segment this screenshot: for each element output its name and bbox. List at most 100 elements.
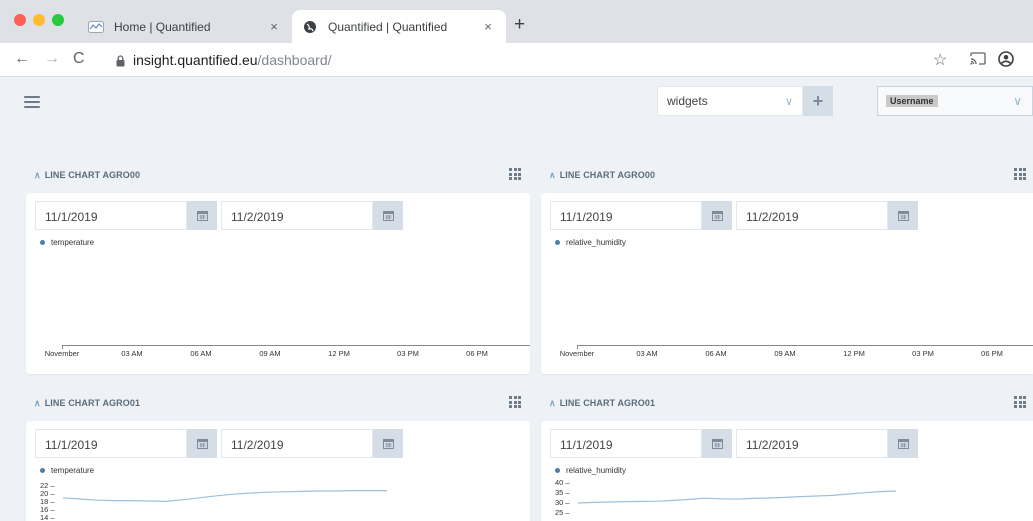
cast-icon[interactable] bbox=[970, 52, 986, 70]
widget-card: 11/1/2019 11/2/2019 relative_humidity No… bbox=[541, 193, 1033, 374]
widgets-select[interactable]: widgets ∨ bbox=[657, 86, 803, 116]
legend-dot bbox=[40, 468, 45, 473]
date-to-input[interactable]: 11/2/2019 bbox=[736, 429, 888, 458]
date-to-input[interactable]: 11/2/2019 bbox=[221, 201, 373, 230]
account-icon[interactable] bbox=[998, 51, 1014, 72]
x-tick-label: 06 AM bbox=[190, 349, 212, 358]
tab-title: Quantified | Quantified bbox=[328, 19, 448, 34]
back-arrow-icon[interactable]: ← bbox=[14, 50, 30, 68]
series-line-relative_humidity bbox=[577, 490, 897, 504]
date-to-input[interactable]: 11/2/2019 bbox=[221, 429, 373, 458]
x-tick-label: 03 AM bbox=[636, 349, 658, 358]
chart-legend[interactable]: relative_humidity bbox=[555, 466, 626, 475]
bookmark-star-icon[interactable]: ☆ bbox=[933, 50, 947, 70]
new-tab-button[interactable]: + bbox=[514, 15, 525, 34]
date-from-input[interactable]: 11/1/2019 bbox=[35, 429, 187, 458]
calendar-icon[interactable] bbox=[702, 429, 732, 458]
window-close-button[interactable] bbox=[14, 14, 26, 26]
drag-grid-icon[interactable] bbox=[509, 396, 521, 408]
forward-arrow-icon[interactable]: → bbox=[44, 50, 60, 68]
chevron-down-icon: ∨ bbox=[1013, 94, 1022, 108]
browser-tabstrip: Home | Quantified × Quantified | Quantif… bbox=[0, 0, 1033, 43]
widget-title[interactable]: ∧ LINE CHART AGRO01 bbox=[34, 398, 140, 409]
date-to-input[interactable]: 11/2/2019 bbox=[736, 201, 888, 230]
relative-humidity-series-line bbox=[577, 490, 897, 504]
x-tick-label: November bbox=[44, 349, 80, 358]
collapse-caret-icon[interactable]: ∧ bbox=[549, 398, 556, 408]
browser-toolbar: ← → C insight.quantified.eu/dashboard/ ☆ bbox=[0, 43, 1033, 77]
x-tick-label: 12 PM bbox=[328, 349, 350, 358]
username-select[interactable]: Username ∨ bbox=[877, 86, 1033, 116]
browser-tab-active[interactable]: Quantified | Quantified × bbox=[292, 10, 506, 43]
browser-tab-home[interactable]: Home | Quantified × bbox=[78, 10, 292, 43]
calendar-icon[interactable] bbox=[702, 201, 732, 230]
drag-grid-icon[interactable] bbox=[509, 168, 521, 180]
calendar-icon[interactable] bbox=[187, 429, 217, 458]
y-tick-label: 30 – bbox=[555, 498, 570, 507]
y-tick-label: 14 – bbox=[40, 513, 55, 521]
legend-dot bbox=[555, 468, 560, 473]
x-tick-label: 03 PM bbox=[912, 349, 934, 358]
quantified-favicon-icon bbox=[88, 19, 104, 35]
globe-icon bbox=[302, 19, 318, 35]
date-from-input[interactable]: 11/1/2019 bbox=[550, 201, 702, 230]
legend-label: temperature bbox=[51, 238, 95, 247]
drag-grid-icon[interactable] bbox=[1014, 168, 1026, 180]
chart-legend[interactable]: relative_humidity bbox=[555, 238, 626, 247]
legend-label: relative_humidity bbox=[566, 238, 627, 247]
chart-legend[interactable]: temperature bbox=[40, 238, 94, 247]
calendar-icon[interactable] bbox=[888, 201, 918, 230]
hamburger-menu-icon[interactable] bbox=[24, 96, 40, 108]
url-path: /dashboard/ bbox=[257, 52, 332, 68]
calendar-icon[interactable] bbox=[888, 429, 918, 458]
x-tick-label: 09 AM bbox=[259, 349, 281, 358]
tab-title: Home | Quantified bbox=[114, 19, 211, 34]
window-minimize-button[interactable] bbox=[33, 14, 45, 26]
widget-title[interactable]: ∧ LINE CHART AGRO01 bbox=[549, 398, 655, 409]
widget-card: 11/1/2019 11/2/2019 temperature 22 – 20 … bbox=[26, 421, 530, 521]
x-tick-label: 06 AM bbox=[705, 349, 727, 358]
x-tick-label: 03 AM bbox=[121, 349, 143, 358]
tab-close-icon[interactable]: × bbox=[264, 19, 284, 34]
calendar-icon[interactable] bbox=[373, 201, 403, 230]
x-tick-label: 06 PM bbox=[466, 349, 488, 358]
temperature-series-line bbox=[62, 490, 387, 503]
legend-dot bbox=[40, 240, 45, 245]
date-from-input[interactable]: 11/1/2019 bbox=[550, 429, 702, 458]
tab-close-icon[interactable]: × bbox=[478, 19, 498, 34]
collapse-caret-icon[interactable]: ∧ bbox=[34, 398, 41, 408]
reload-icon[interactable]: C bbox=[73, 50, 85, 68]
url-host: insight.quantified.eu bbox=[133, 52, 258, 68]
x-tick-label: 12 PM bbox=[843, 349, 865, 358]
y-tick-label: 35 – bbox=[555, 488, 570, 497]
widget-title[interactable]: ∧ LINE CHART AGRO00 bbox=[34, 170, 140, 181]
lock-icon[interactable] bbox=[116, 54, 125, 72]
collapse-caret-icon[interactable]: ∧ bbox=[34, 170, 41, 180]
y-tick-label: 40 – bbox=[555, 478, 570, 487]
calendar-icon[interactable] bbox=[373, 429, 403, 458]
x-tick-label: 09 AM bbox=[774, 349, 796, 358]
series-line-temperature bbox=[62, 490, 387, 503]
calendar-icon[interactable] bbox=[187, 201, 217, 230]
address-bar[interactable]: insight.quantified.eu/dashboard/ bbox=[133, 52, 332, 68]
widget-card: 11/1/2019 11/2/2019 relative_humidity 40… bbox=[541, 421, 1033, 521]
collapse-caret-icon[interactable]: ∧ bbox=[549, 170, 556, 180]
date-from-input[interactable]: 11/1/2019 bbox=[35, 201, 187, 230]
drag-grid-icon[interactable] bbox=[1014, 396, 1026, 408]
widgets-select-value: widgets bbox=[667, 94, 708, 108]
x-tick-label: 06 PM bbox=[981, 349, 1003, 358]
legend-dot bbox=[555, 240, 560, 245]
legend-label: temperature bbox=[51, 466, 95, 475]
chevron-down-icon: ∨ bbox=[784, 95, 794, 108]
widget-card: 11/1/2019 11/2/2019 temperature November… bbox=[26, 193, 530, 374]
widget-line-chart-agro01-humidity: ∧ LINE CHART AGRO01 11/1/2019 11/2/2019 r… bbox=[541, 395, 1033, 521]
add-widget-button[interactable]: + bbox=[803, 86, 833, 116]
widget-line-chart-agro00-temperature: ∧ LINE CHART AGRO00 11/1/2019 11/2/2019 t… bbox=[26, 167, 530, 374]
x-tick-label: 03 PM bbox=[397, 349, 419, 358]
window-maximize-button[interactable] bbox=[52, 14, 64, 26]
y-tick-label: 25 – bbox=[555, 508, 570, 517]
widget-title[interactable]: ∧ LINE CHART AGRO00 bbox=[549, 170, 655, 181]
chart-legend[interactable]: temperature bbox=[40, 466, 94, 475]
username-value: Username bbox=[886, 95, 938, 107]
widget-line-chart-agro01-temperature: ∧ LINE CHART AGRO01 11/1/2019 11/2/2019 t… bbox=[26, 395, 530, 521]
